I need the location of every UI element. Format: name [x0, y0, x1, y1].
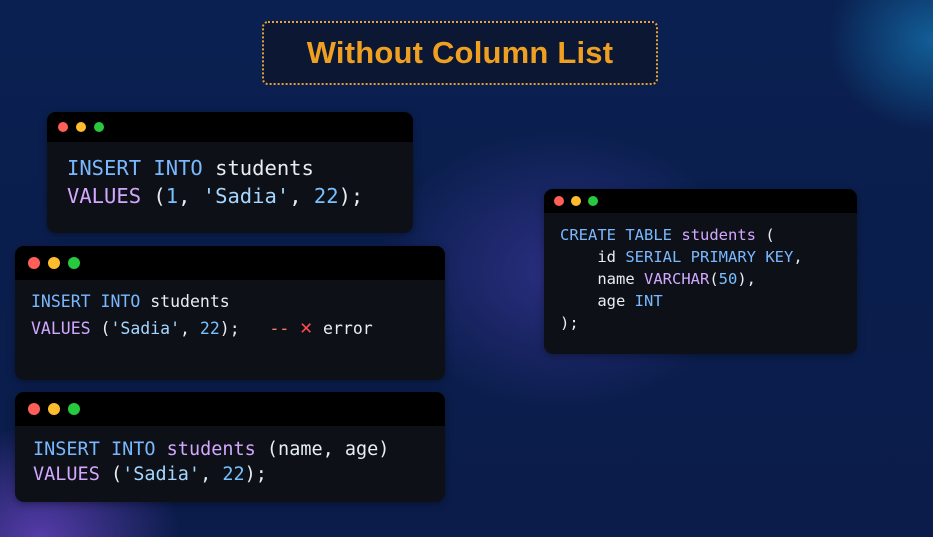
- table-name: students: [150, 292, 230, 311]
- statement-end: );: [338, 184, 364, 208]
- number-literal: 22: [222, 464, 245, 485]
- minimize-dot-icon[interactable]: [48, 257, 60, 269]
- column-type: SERIAL PRIMARY KEY: [625, 248, 794, 266]
- page-title: Without Column List: [306, 35, 614, 70]
- paren: (: [110, 464, 123, 485]
- number-literal: 22: [199, 319, 220, 338]
- code-window-insert-with-columns: INSERT INTO students (name, age) VALUES …: [15, 392, 445, 502]
- table-name: students: [166, 439, 256, 460]
- window-titlebar: [544, 189, 857, 213]
- minimize-dot-icon[interactable]: [571, 196, 581, 206]
- string-literal: 'Sadia': [122, 464, 201, 485]
- keyword: INSERT: [67, 156, 142, 180]
- maximize-dot-icon[interactable]: [588, 196, 598, 206]
- close-dot-icon[interactable]: [554, 196, 564, 206]
- maximize-dot-icon[interactable]: [68, 403, 80, 415]
- minimize-dot-icon[interactable]: [48, 403, 60, 415]
- code-block: CREATE TABLE students ( id SERIAL PRIMAR…: [544, 213, 857, 334]
- close-dot-icon[interactable]: [28, 257, 40, 269]
- column-type: INT: [634, 292, 663, 310]
- code-block: INSERT INTO students (name, age) VALUES …: [15, 426, 445, 487]
- close-dot-icon[interactable]: [58, 122, 68, 132]
- error-label: error: [323, 319, 373, 338]
- window-titlebar: [15, 392, 445, 426]
- keyword: CREATE: [560, 226, 616, 244]
- string-literal: 'Sadia': [110, 319, 181, 338]
- maximize-dot-icon[interactable]: [94, 122, 104, 132]
- column-name: age: [597, 292, 626, 310]
- close-dot-icon[interactable]: [28, 403, 40, 415]
- number-literal: 1: [165, 184, 179, 208]
- paren: ),: [737, 270, 757, 288]
- keyword: INTO: [153, 156, 203, 180]
- comma: ,: [178, 184, 203, 208]
- keyword: VALUES: [31, 319, 91, 338]
- column-name: name: [597, 270, 635, 288]
- table-name: students: [215, 156, 314, 180]
- code-window-create-table: CREATE TABLE students ( id SERIAL PRIMAR…: [544, 189, 857, 354]
- error-x-icon: ✕: [299, 319, 314, 338]
- minimize-dot-icon[interactable]: [76, 122, 86, 132]
- paren: (: [709, 270, 719, 288]
- column-type: VARCHAR: [644, 270, 710, 288]
- comma: ,: [180, 319, 200, 338]
- code-window-insert-values-error: INSERT INTO students VALUES ('Sadia', 22…: [15, 246, 445, 380]
- statement-end: );: [219, 319, 240, 338]
- comma: ,: [200, 464, 223, 485]
- string-literal: 'Sadia': [202, 184, 290, 208]
- window-titlebar: [15, 246, 445, 280]
- keyword: INSERT: [31, 292, 91, 311]
- paren: (: [765, 226, 775, 244]
- maximize-dot-icon[interactable]: [68, 257, 80, 269]
- keyword: VALUES: [67, 184, 142, 208]
- comma: ,: [289, 184, 314, 208]
- table-name: students: [681, 226, 757, 244]
- statement-end: );: [560, 314, 579, 332]
- comma: ,: [793, 248, 803, 266]
- keyword: VALUES: [33, 464, 100, 485]
- paren: (: [153, 184, 166, 208]
- column-name: id: [597, 248, 616, 266]
- keyword: INTO: [100, 292, 141, 311]
- statement-end: );: [244, 464, 267, 485]
- keyword: INSERT: [33, 439, 100, 460]
- keyword: INTO: [110, 439, 156, 460]
- number-literal: 50: [718, 270, 738, 288]
- code-block: INSERT INTO students VALUES (1, 'Sadia',…: [47, 142, 413, 210]
- column-list: (name, age): [266, 439, 390, 460]
- code-window-insert-values-full: INSERT INTO students VALUES (1, 'Sadia',…: [47, 112, 413, 233]
- paren: (: [100, 319, 111, 338]
- keyword: TABLE: [625, 226, 673, 244]
- title-banner: Without Column List: [262, 21, 658, 85]
- number-literal: 22: [313, 184, 339, 208]
- comment-marker: --: [269, 319, 290, 338]
- window-titlebar: [47, 112, 413, 142]
- code-block: INSERT INTO students VALUES ('Sadia', 22…: [15, 280, 445, 342]
